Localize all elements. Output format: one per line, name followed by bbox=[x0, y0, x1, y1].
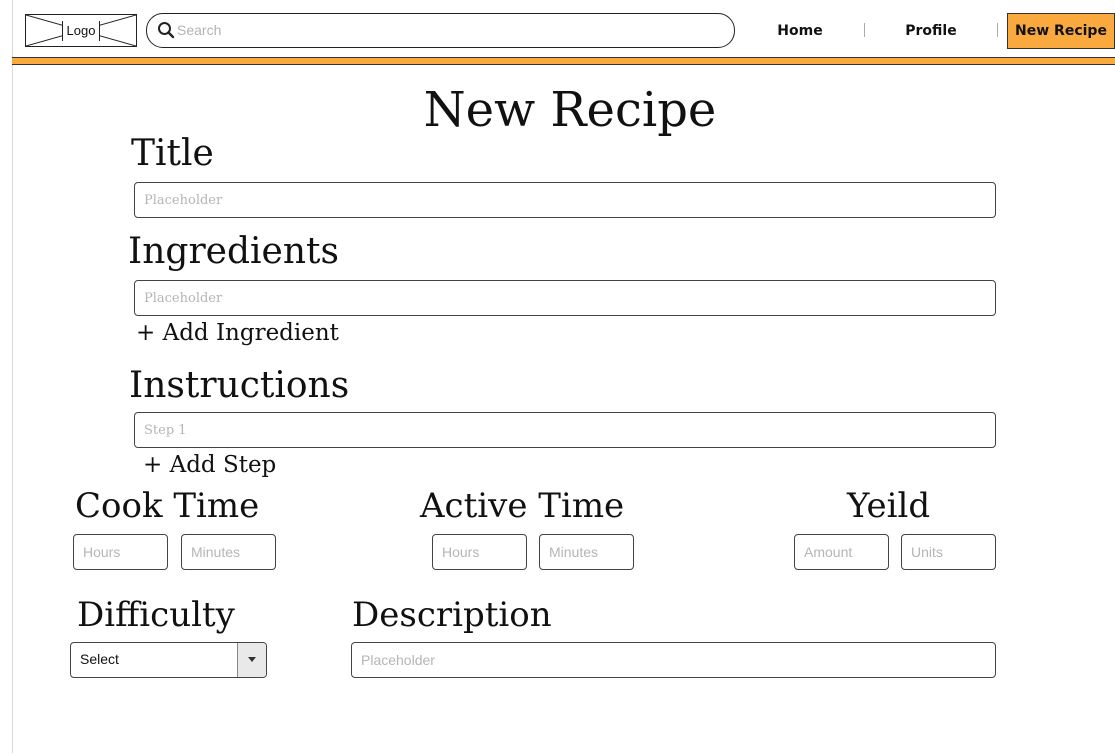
nav-new-recipe-link[interactable]: New Recipe bbox=[1007, 13, 1115, 49]
yield-label: Yeild bbox=[847, 486, 931, 526]
add-ingredient-link[interactable]: + Add Ingredient bbox=[136, 318, 339, 348]
instructions-label: Instructions bbox=[129, 365, 350, 406]
difficulty-label: Difficulty bbox=[77, 595, 235, 635]
title-input[interactable] bbox=[134, 182, 996, 218]
nav-profile-link[interactable]: Profile bbox=[897, 13, 965, 49]
logo[interactable]: Logo bbox=[25, 14, 137, 47]
difficulty-selected-value: Select bbox=[80, 651, 119, 667]
nav-separator bbox=[864, 23, 865, 37]
search-icon[interactable] bbox=[157, 21, 175, 39]
yield-units-input[interactable] bbox=[901, 534, 996, 570]
page-title: New Recipe bbox=[423, 82, 717, 138]
description-label: Description bbox=[352, 595, 552, 635]
difficulty-dropdown-button[interactable] bbox=[237, 643, 266, 677]
nav-separator bbox=[997, 23, 998, 37]
cook-time-minutes-input[interactable] bbox=[181, 534, 276, 570]
chevron-down-icon bbox=[248, 657, 256, 662]
description-input[interactable] bbox=[351, 642, 996, 678]
logo-label: Logo bbox=[61, 20, 101, 41]
cook-time-label: Cook Time bbox=[75, 486, 260, 526]
ingredient-input[interactable] bbox=[134, 280, 996, 316]
active-time-label: Active Time bbox=[420, 486, 625, 526]
difficulty-select[interactable]: Select bbox=[70, 642, 267, 678]
active-time-minutes-input[interactable] bbox=[539, 534, 634, 570]
header-accent-bar bbox=[12, 57, 1115, 65]
cook-time-hours-input[interactable] bbox=[73, 534, 168, 570]
instruction-step-input[interactable] bbox=[134, 412, 996, 448]
ingredients-label: Ingredients bbox=[128, 231, 339, 272]
nav-home-link[interactable]: Home bbox=[770, 13, 830, 49]
add-step-link[interactable]: + Add Step bbox=[143, 450, 276, 480]
title-label: Title bbox=[131, 133, 214, 174]
search-input[interactable] bbox=[177, 19, 717, 41]
yield-amount-input[interactable] bbox=[794, 534, 889, 570]
search-bar[interactable] bbox=[146, 13, 735, 48]
active-time-hours-input[interactable] bbox=[432, 534, 527, 570]
